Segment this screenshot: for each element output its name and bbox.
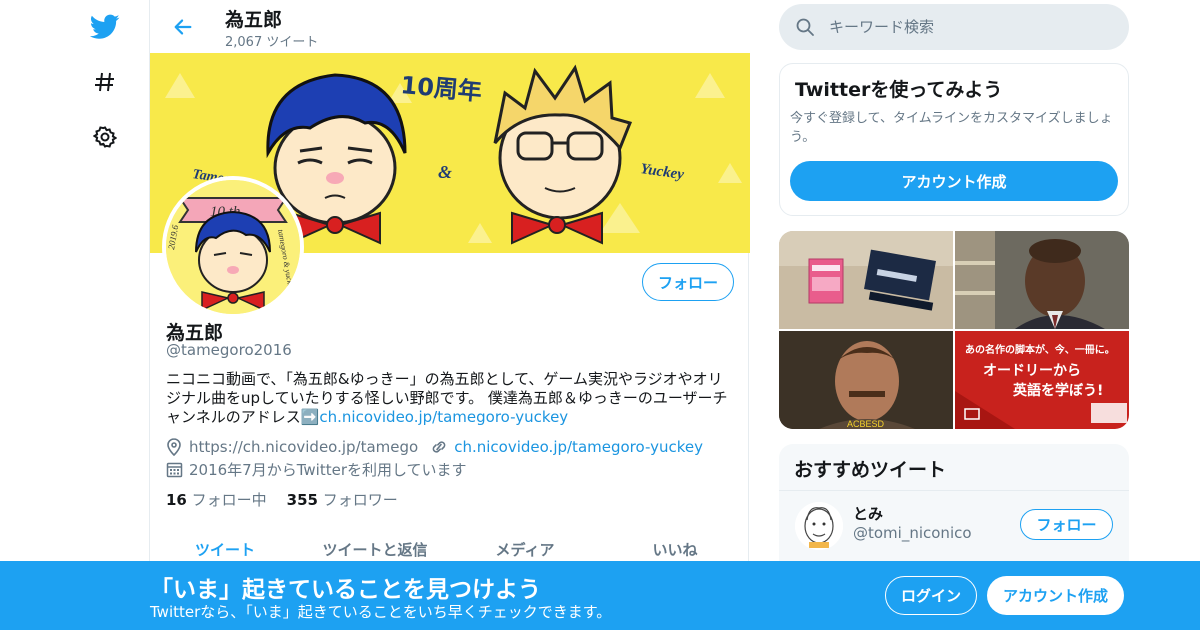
arrow-emoji-icon: ➡️	[300, 408, 320, 426]
media-tile4-line2: オードリーから	[983, 363, 1081, 379]
reco-user-handle: @tomi_niconico	[853, 524, 972, 542]
media-tile-1[interactable]	[779, 231, 953, 329]
divider	[779, 490, 1129, 491]
link-icon	[432, 441, 446, 453]
page-title: 為五郎	[225, 9, 283, 31]
following-count: 16	[166, 491, 187, 509]
prompt-subtitle: Twitterなら、「いま」起きていることをいち早くチェックできます。	[150, 603, 612, 621]
signup-title: Twitterを使ってみよう	[795, 79, 1003, 101]
followers-count: 355	[286, 491, 318, 509]
avatar[interactable]	[795, 502, 843, 550]
tweet-count: 2,067 ツイート	[225, 35, 319, 50]
reco-user-name[interactable]: とみ	[853, 503, 883, 524]
profile-avatar[interactable]: 10 th 2019.6 tamegoro & yuckey	[162, 176, 304, 318]
profile-website-link[interactable]: ch.nicovideo.jp/tamegoro-yuckey	[454, 438, 703, 456]
follow-counts: 16 フォロー中 355 フォロワー	[166, 489, 398, 510]
media-tile4-line1: あの名作の脚本が、今、一冊に。	[965, 343, 1115, 356]
profile-location: https://ch.nicovideo.jp/tamego	[189, 438, 419, 456]
following-count-link[interactable]: 16 フォロー中	[166, 489, 267, 510]
prompt-title: 「いま」起きていることを見つけよう	[150, 577, 541, 603]
profile-handle: @tamegoro2016	[166, 341, 292, 359]
media-tile-3[interactable]: ACBESD	[779, 331, 953, 429]
search-bar[interactable]	[779, 4, 1129, 50]
bio-link[interactable]: ch.nicovideo.jp/tamegoro-yuckey	[319, 408, 568, 426]
search-icon	[796, 18, 814, 36]
hashtag-icon[interactable]	[85, 62, 125, 102]
media-tile3-caption: ACBESD	[847, 419, 885, 429]
back-arrow-icon	[174, 19, 192, 35]
signup-text: 今すぐ登録して、タイムラインをカスタマイズしましょう。	[790, 111, 1113, 145]
back-button[interactable]	[166, 10, 200, 44]
reco-follow-button[interactable]: フォロー	[1020, 509, 1113, 540]
gear-icon[interactable]	[85, 117, 125, 157]
media-grid: ACBESD あの名作の脚本が、今、一冊に。 オードリーから 英語を学ぼう!	[779, 231, 1129, 429]
recommended-title: おすすめツイート	[794, 459, 947, 481]
signup-card: Twitterを使ってみよう 今すぐ登録して、タイムラインをカスタマイズしましょ…	[779, 63, 1129, 216]
follow-button[interactable]: フォロー	[642, 263, 734, 301]
profile-column: 為五郎 2,067 ツイート & 10周年 Yuckey 2019.6 tame…	[149, 0, 750, 630]
media-tile4-line3: 英語を学ぼう!	[1012, 382, 1103, 399]
following-label: フォロー中	[191, 491, 267, 509]
calendar-icon	[166, 462, 183, 478]
followers-label: フォロワー	[322, 491, 398, 509]
search-input[interactable]	[829, 18, 1099, 36]
profile-joined-row: 2016年7月からTwitterを利用しています	[166, 459, 467, 480]
profile-joined: 2016年7月からTwitterを利用しています	[189, 461, 467, 479]
create-account-button[interactable]: アカウント作成	[790, 161, 1118, 201]
signup-button[interactable]: アカウント作成	[987, 576, 1124, 615]
login-button[interactable]: ログイン	[885, 576, 977, 615]
profile-header: 為五郎 2,067 ツイート	[150, 0, 750, 53]
twitter-bird-icon[interactable]	[85, 7, 125, 47]
banner-ampersand: &	[438, 162, 452, 182]
profile-bio: ニコニコ動画で、「為五郎&ゆっきー」の為五郎として、ゲーム実況やラジオやオリジナ…	[166, 370, 736, 427]
profile-meta-row: https://ch.nicovideo.jp/tamego ch.nicovi…	[166, 438, 703, 456]
media-tile-2[interactable]	[955, 231, 1129, 329]
page: 為五郎 2,067 ツイート & 10周年 Yuckey 2019.6 tame…	[0, 0, 1200, 630]
media-tile-4[interactable]: あの名作の脚本が、今、一冊に。 オードリーから 英語を学ぼう!	[955, 331, 1129, 429]
location-icon	[167, 438, 181, 456]
followers-count-link[interactable]: 355 フォロワー	[287, 489, 398, 510]
signup-prompt-bar: 「いま」起きていることを見つけよう Twitterなら、「いま」起きていることを…	[0, 561, 1200, 630]
